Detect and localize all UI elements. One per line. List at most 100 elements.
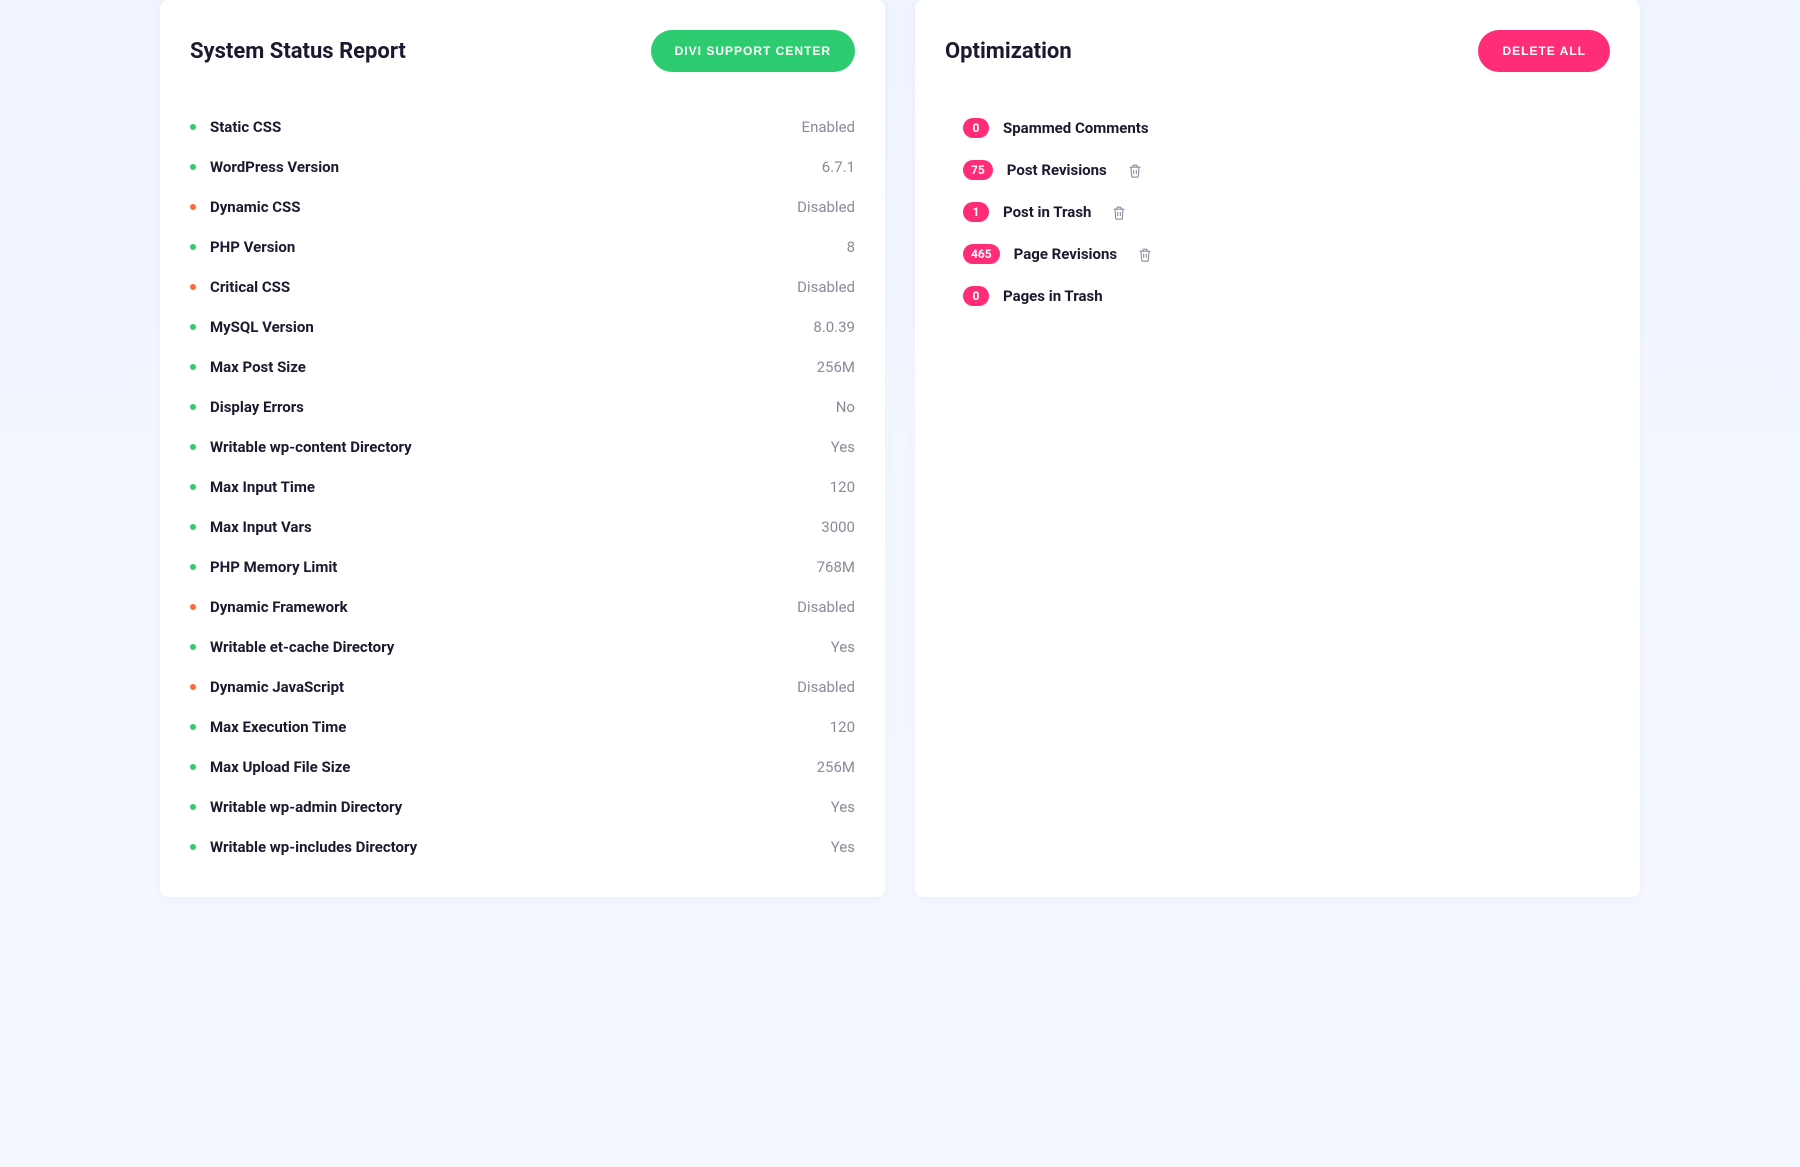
status-item-label: Max Post Size [210,358,306,376]
status-item-label: Writable wp-content Directory [210,438,412,456]
status-item: Max Post Size 256M [190,347,855,387]
status-item: MySQL Version 8.0.39 [190,307,855,347]
optimization-card-header: Optimization DELETE ALL [945,30,1610,72]
status-item: Dynamic Framework Disabled [190,587,855,627]
status-item-label: Writable wp-admin Directory [210,798,402,816]
status-list: Static CSS Enabled WordPress Version 6.7.1 D… [190,107,855,867]
status-item-value: 256M [817,758,855,776]
status-item-left: Max Upload File Size [190,758,350,776]
status-item-value: 8 [847,238,855,256]
status-item-label: Critical CSS [210,278,290,296]
status-item-left: WordPress Version [190,158,339,176]
status-item-value: 6.7.1 [822,158,855,176]
optimization-item: 0Pages in Trash [963,275,1610,317]
optimization-card: Optimization DELETE ALL 0Spammed Comment… [915,0,1640,897]
status-item: WordPress Version 6.7.1 [190,147,855,187]
status-dot-icon [190,844,196,850]
status-item-value: 256M [817,358,855,376]
status-dot-icon [190,524,196,530]
status-item-value: Yes [831,798,855,816]
status-dot-icon [190,244,196,250]
status-item-left: Writable wp-admin Directory [190,798,402,816]
status-item-value: Yes [831,438,855,456]
status-item-label: Max Execution Time [210,718,346,736]
status-item-value: 8.0.39 [813,318,855,336]
status-item-label: Writable et-cache Directory [210,638,394,656]
count-badge: 1 [963,202,989,222]
status-item: Writable wp-admin Directory Yes [190,787,855,827]
trash-icon[interactable] [1111,204,1127,221]
status-item-label: Writable wp-includes Directory [210,838,417,856]
trash-icon[interactable] [1137,246,1153,263]
status-item-left: Max Execution Time [190,718,346,736]
status-item-value: 120 [830,478,855,496]
status-item-label: Max Input Time [210,478,315,496]
status-dot-icon [190,404,196,410]
status-item: Max Execution Time120 [190,707,855,747]
status-item: Dynamic JavaScript Disabled [190,667,855,707]
status-item-value: Disabled [797,278,855,296]
status-item-left: Critical CSS [190,278,290,296]
status-item-left: Static CSS [190,118,281,136]
status-item: Writable et-cache DirectoryYes [190,627,855,667]
count-badge: 465 [963,244,1000,264]
status-item-left: Display Errors [190,398,304,416]
status-dot-icon [190,764,196,770]
status-item-label: Dynamic JavaScript [210,678,344,696]
delete-all-button[interactable]: DELETE ALL [1478,30,1610,72]
status-card-title: System Status Report [190,39,406,64]
status-dot-icon [190,684,196,690]
status-item-label: WordPress Version [210,158,339,176]
status-dot-icon [190,364,196,370]
status-item: PHP Memory Limit 768M [190,547,855,587]
status-item: PHP Version 8 [190,227,855,267]
status-dot-icon [190,204,196,210]
status-dot-icon [190,324,196,330]
status-item-value: Disabled [797,598,855,616]
status-item-left: Max Input Time [190,478,315,496]
status-item-left: PHP Version [190,238,295,256]
status-dot-icon [190,444,196,450]
status-item: Critical CSS Disabled [190,267,855,307]
trash-icon[interactable] [1127,162,1143,179]
status-dot-icon [190,484,196,490]
status-item-label: Display Errors [210,398,304,416]
status-item-label: Dynamic Framework [210,598,348,616]
status-item-left: Writable et-cache Directory [190,638,394,656]
divi-support-button[interactable]: DIVI SUPPORT CENTER [651,30,855,72]
status-item-left: Dynamic CSS [190,198,301,216]
status-dot-icon [190,604,196,610]
status-item-value: No [836,398,855,416]
count-badge: 75 [963,160,993,180]
status-item: Max Input Time 120 [190,467,855,507]
status-item: Dynamic CSSDisabled [190,187,855,227]
status-item-left: Dynamic Framework [190,598,348,616]
status-item-value: 3000 [821,518,855,536]
optimization-item-label: Page Revisions [1014,245,1117,263]
status-item: Display Errors No [190,387,855,427]
status-item-left: Writable wp-content Directory [190,438,412,456]
status-dot-icon [190,124,196,130]
status-item: Writable wp-content Directory Yes [190,427,855,467]
status-item-label: PHP Version [210,238,295,256]
optimization-item-label: Post Revisions [1007,161,1107,179]
status-item-value: Disabled [797,678,855,696]
status-dot-icon [190,724,196,730]
status-item: Max Upload File Size 256M [190,747,855,787]
status-dot-icon [190,564,196,570]
status-item-value: Enabled [802,118,855,136]
status-dot-icon [190,804,196,810]
status-item: Writable wp-includes DirectoryYes [190,827,855,867]
status-item-left: Max Input Vars [190,518,312,536]
status-card-header: System Status Report DIVI SUPPORT CENTER [190,30,855,72]
status-item-label: PHP Memory Limit [210,558,337,576]
status-item-label: Dynamic CSS [210,198,301,216]
status-item: Max Input Vars 3000 [190,507,855,547]
optimization-item-label: Spammed Comments [1003,119,1149,137]
optimization-item: 465 Page Revisions [963,233,1610,275]
status-item-value: 768M [817,558,855,576]
status-item-left: MySQL Version [190,318,314,336]
optimization-item-label: Post in Trash [1003,203,1091,221]
status-item-label: Max Upload File Size [210,758,350,776]
status-dot-icon [190,644,196,650]
